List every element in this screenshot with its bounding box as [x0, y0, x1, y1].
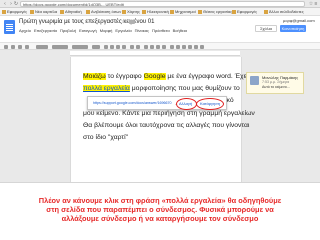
menu-format[interactable]: Μορφή	[100, 28, 113, 34]
caption-line: αλλάξουμε σύνδεσμο ή να καταργήσουμε τον…	[61, 214, 259, 223]
bookmark-item[interactable]: Εφαρμογές	[2, 9, 27, 15]
bookmark-item[interactable]: Ανιβιόταση όσων	[86, 9, 121, 15]
menu-view[interactable]: Προβολή	[60, 28, 76, 34]
align-left-icon[interactable]	[144, 45, 148, 49]
reload-icon[interactable]: ↻	[13, 1, 19, 7]
browser-address-bar: ‹ › ↻ https://docs.google.com/document/d…	[0, 0, 320, 8]
bookmark-item[interactable]: Μηχανισμοί	[170, 9, 196, 15]
bookmark-item[interactable]: Άλλοι σελιδοδείκτες	[264, 9, 304, 15]
link-popup-url[interactable]: https://support.google.com/docs/answer/1…	[93, 101, 172, 105]
clear-formatting-icon[interactable]	[200, 45, 204, 49]
zoom-select[interactable]	[36, 45, 48, 49]
bookmark-item[interactable]: Ηλεκτρονική	[142, 9, 169, 15]
text-line: πολλά εργαλεία μορφοποίησης που μας θυμί…	[83, 85, 240, 92]
text-line: Θα βλέπουμε όλοι ταυτόχρονα τις αλλαγές …	[83, 122, 250, 129]
font-size-select[interactable]	[92, 45, 100, 49]
italic-icon[interactable]	[110, 45, 114, 49]
link-icon[interactable]	[130, 45, 134, 49]
numbered-list-icon[interactable]	[176, 45, 180, 49]
ruler[interactable]	[70, 51, 240, 56]
style-select[interactable]	[52, 45, 68, 49]
hyperlink-text[interactable]: πολλά εργαλεία	[83, 85, 130, 92]
bookmark-item[interactable]: Θέσεις εργασίας	[198, 9, 232, 15]
line-spacing-icon[interactable]	[170, 45, 174, 49]
menu-file[interactable]: Αρχείο	[19, 28, 31, 34]
paint-format-icon[interactable]	[25, 45, 29, 49]
formatting-toolbar	[0, 42, 320, 50]
font-select[interactable]	[72, 45, 88, 49]
user-email[interactable]: μορφ@gmail.com	[283, 18, 315, 23]
menu-insert[interactable]: Εισαγωγή	[79, 28, 97, 34]
text-color-icon[interactable]	[122, 45, 126, 49]
underline-icon[interactable]	[116, 45, 120, 49]
redo-icon[interactable]	[18, 45, 22, 49]
undo-icon[interactable]	[11, 45, 15, 49]
comments-button[interactable]: Σχόλια	[255, 25, 277, 32]
menu-help[interactable]: Βοήθεια	[173, 28, 187, 34]
menu-table[interactable]: Πίνακας	[135, 28, 149, 34]
docs-header: Πρώτη γνωριμία με τους επεξεργαστές κειμ…	[0, 16, 320, 42]
divider	[0, 182, 320, 183]
menu-bar: Αρχείο Επεξεργασία Προβολή Εισαγωγή Μορφ…	[19, 28, 187, 34]
annotation-circle-remove	[196, 98, 224, 110]
text-line: Μοιάζω το έγγραφο Google με ένα έγγραφο …	[83, 73, 248, 80]
align-center-icon[interactable]	[150, 45, 154, 49]
share-button[interactable]: Κοινοποίηση	[280, 25, 306, 32]
highlighted-word: Μοιάζω	[83, 73, 106, 80]
docs-logo-icon[interactable]	[4, 20, 15, 34]
bookmark-item[interactable]: Χάρτης	[122, 9, 140, 15]
bookmarks-bar: Εφαρμογές Νέα καρτέλα Αθηναϊκή Ανιβιότασ…	[0, 8, 320, 16]
menu-tools[interactable]: Εργαλεία	[115, 28, 131, 34]
bold-icon[interactable]	[104, 45, 108, 49]
caption-line: στη σελίδα που παραπέμπει ο σύνδεσμος. Φ…	[46, 205, 274, 214]
increase-indent-icon[interactable]	[194, 45, 198, 49]
bookmark-item[interactable]: Νέα καρτέλα	[30, 9, 57, 15]
comment-card[interactable]: Μανώλης Παρμάκης 7:53 μ.μ. Σήμερα Αυτό τ…	[246, 72, 304, 94]
caption-line: Πλέον αν κάνουμε κλικ στη φράση «πολλά ε…	[38, 196, 282, 205]
folder-icon[interactable]	[129, 20, 135, 24]
star-icon[interactable]: ☆	[121, 19, 126, 25]
url-field[interactable]: https://docs.google.com/document/d/1dQ3B…	[20, 1, 305, 7]
comment-text: Αυτό το κείμενο...	[262, 85, 290, 89]
print-icon[interactable]	[4, 45, 8, 49]
text-run: το έγγραφο	[105, 73, 144, 80]
browser-menu-icon[interactable]: ≡	[313, 1, 319, 7]
text-run: μορφοποίησης που μας θυμίζουν το	[129, 85, 240, 92]
caption: Πλέον αν κάνουμε κλικ στη φράση «πολλά ε…	[0, 196, 320, 223]
bookmark-item[interactable]: Αθηναϊκή	[60, 9, 82, 15]
docs-screenshot: ‹ › ↻ https://docs.google.com/document/d…	[0, 0, 320, 182]
text-line: μου κείμενο. Κάντε μια περιήγηση στη γρα…	[83, 110, 255, 117]
comment-icon[interactable]	[136, 45, 140, 49]
text-line: στο ίδιο "χαρτί"	[83, 134, 129, 141]
justify-icon[interactable]	[162, 45, 166, 49]
document-page[interactable]: Μοιάζω το έγγραφο Google με ένα έγγραφο …	[70, 57, 255, 182]
comment-time: 7:53 μ.μ. Σήμερα	[262, 80, 290, 84]
text-run: με ένα έγγραφο word. Έχει	[165, 73, 249, 80]
bulleted-list-icon[interactable]	[182, 45, 186, 49]
align-right-icon[interactable]	[156, 45, 160, 49]
menu-addons[interactable]: Πρόσθετα	[152, 28, 170, 34]
decrease-indent-icon[interactable]	[188, 45, 192, 49]
bookmark-item[interactable]: Εφαρμογές	[232, 9, 257, 15]
annotation-circle-change	[176, 98, 197, 110]
menu-edit[interactable]: Επεξεργασία	[34, 28, 57, 34]
avatar	[250, 76, 259, 85]
highlighted-word: Google	[143, 73, 166, 80]
